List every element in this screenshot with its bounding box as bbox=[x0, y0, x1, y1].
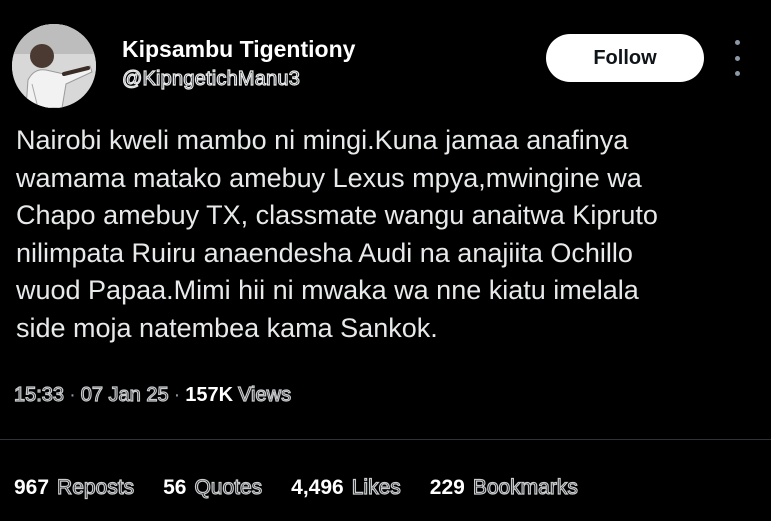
quotes-count: 56 bbox=[163, 476, 187, 499]
views-label: Views bbox=[237, 383, 292, 406]
profile-photo-icon bbox=[12, 24, 96, 108]
quotes-stat[interactable]: 56 Quotes bbox=[163, 475, 263, 500]
meta-separator: · bbox=[173, 384, 181, 406]
likes-label: Likes bbox=[351, 475, 401, 499]
follow-button[interactable]: Follow bbox=[546, 34, 704, 82]
tweet-date[interactable]: 07 Jan 25 bbox=[80, 383, 169, 407]
quotes-label: Quotes bbox=[194, 475, 263, 499]
views-count: 157K bbox=[185, 384, 234, 406]
bookmarks-label: Bookmarks bbox=[472, 475, 578, 499]
more-options-icon[interactable] bbox=[728, 40, 746, 76]
reposts-stat[interactable]: 967 Reposts bbox=[14, 475, 135, 500]
likes-stat[interactable]: 4,496 Likes bbox=[291, 475, 401, 500]
author-display-name[interactable]: Kipsambu Tigentiony bbox=[122, 36, 355, 63]
tweet-text: Nairobi kweli mambo ni mingi.Kuna jamaa … bbox=[16, 125, 658, 343]
meta-separator: · bbox=[69, 384, 76, 406]
reposts-label: Reposts bbox=[56, 475, 135, 499]
more-dot bbox=[734, 55, 740, 61]
reposts-count: 967 bbox=[14, 476, 50, 499]
bookmarks-count: 229 bbox=[429, 476, 465, 499]
more-dot bbox=[734, 71, 740, 76]
more-dot bbox=[734, 40, 740, 45]
divider bbox=[0, 439, 771, 440]
tweet-meta: 15:33 · 07 Jan 25 · 157K Views bbox=[13, 383, 292, 407]
bookmarks-stat[interactable]: 229 Bookmarks bbox=[429, 475, 579, 500]
avatar[interactable] bbox=[12, 24, 96, 108]
likes-count: 4,496 bbox=[291, 476, 344, 499]
author-handle[interactable]: @KipngetichManu3 bbox=[121, 67, 300, 91]
engagement-stats: 967 Reposts 56 Quotes 4,496 Likes 229 Bo… bbox=[14, 475, 607, 500]
tweet-time[interactable]: 15:33 bbox=[13, 383, 64, 407]
